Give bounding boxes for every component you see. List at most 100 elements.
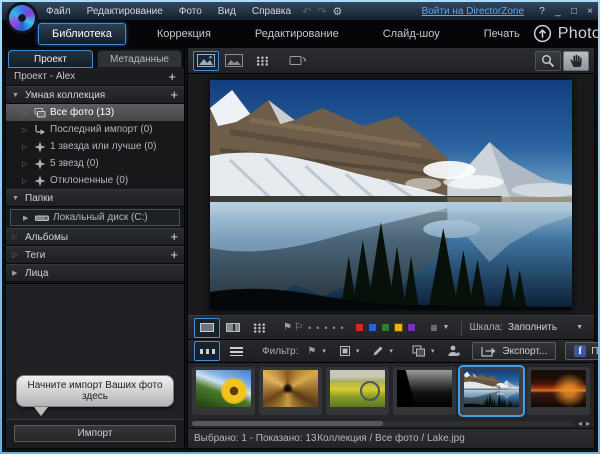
add-project-button[interactable]: + xyxy=(168,72,176,82)
color-label-blue[interactable] xyxy=(368,323,377,332)
tree-item-latest-import[interactable]: ▷ Последний импорт (0) xyxy=(6,121,184,138)
tab-project[interactable]: Проект xyxy=(8,50,93,68)
expand-arrow-icon[interactable]: ▷ xyxy=(22,126,30,134)
panel-tab-bar: Проект Метаданные xyxy=(6,48,184,68)
color-label-purple[interactable] xyxy=(407,323,416,332)
flag-pick-icon[interactable]: ⚑ xyxy=(283,322,292,333)
photo-stage xyxy=(188,74,594,315)
expand-arrow-icon[interactable]: ▷ xyxy=(22,109,30,117)
star-rating-dots[interactable]: ••••• xyxy=(308,323,349,333)
scroll-right-arrow[interactable]: ▸ xyxy=(586,419,590,428)
collapse-arrow-icon[interactable]: ▶ xyxy=(12,269,20,277)
flag-reject-icon[interactable]: ⚐ xyxy=(294,322,303,333)
mountain-lake-photo xyxy=(464,370,519,407)
grid-view-button[interactable] xyxy=(246,318,272,338)
list-view-button[interactable] xyxy=(223,341,249,361)
tab-slideshow[interactable]: Слайд-шоу xyxy=(370,24,453,44)
menu-view[interactable]: Вид xyxy=(210,6,244,17)
scrollbar-thumb[interactable] xyxy=(192,421,383,426)
tab-edit[interactable]: Редактирование xyxy=(242,24,352,44)
tree-item-label: Последний импорт (0) xyxy=(50,124,153,135)
tab-adjustment[interactable]: Коррекция xyxy=(144,24,224,44)
thumbnail-bicycle-meadow[interactable] xyxy=(326,367,389,415)
sort-menu-button[interactable]: ≡ ▼ xyxy=(426,321,455,335)
expand-arrow-icon[interactable]: ▶ xyxy=(23,214,31,222)
add-tag-button[interactable]: + xyxy=(170,250,178,260)
tree-item-all-photos[interactable]: ▷ Все фото (13) xyxy=(6,104,184,121)
menu-file[interactable]: Файл xyxy=(38,6,79,17)
close-button[interactable]: × xyxy=(582,6,598,17)
scroll-left-arrow[interactable]: ◂ xyxy=(578,419,582,428)
secondary-display-button[interactable] xyxy=(285,51,311,71)
menu-photo[interactable]: Фото xyxy=(171,6,210,17)
import-button[interactable]: Импорт xyxy=(14,425,176,442)
filmstrip-view-button[interactable] xyxy=(194,341,220,361)
expand-arrow-icon[interactable]: ▷ xyxy=(22,160,30,168)
zoom-tool-button[interactable] xyxy=(535,51,561,71)
section-faces[interactable]: ▶ Лица xyxy=(6,264,184,282)
thumbnail-dark-shore[interactable] xyxy=(393,367,456,415)
tab-library[interactable]: Библиотека xyxy=(38,23,126,45)
help-button[interactable]: ? xyxy=(534,6,550,17)
add-smart-collection-button[interactable]: + xyxy=(170,90,178,100)
export-icon xyxy=(481,344,497,358)
collapse-arrow-icon[interactable]: ▷ xyxy=(12,233,20,241)
viewer-mode-grid-button[interactable] xyxy=(249,51,275,71)
collapse-arrow-icon[interactable]: ▷ xyxy=(12,251,20,259)
section-folders[interactable]: ▼ Папки xyxy=(6,189,184,207)
tree-item-one-star-or-better[interactable]: ▷ 1 звезда или лучше (0) xyxy=(6,138,184,155)
flag-filter-dropdown[interactable]: ⚑ ▾ xyxy=(301,344,330,359)
thumbnail-sunset[interactable] xyxy=(527,367,590,415)
scale-label: Шкала: xyxy=(469,322,503,333)
star-icon xyxy=(34,141,46,153)
scrollbar-track[interactable] xyxy=(192,421,574,426)
redo-icon[interactable]: ↷ xyxy=(317,5,326,18)
settings-gear-icon[interactable]: ⚙ xyxy=(333,5,343,18)
thumbnail-sunflower[interactable] xyxy=(192,367,255,415)
expand-arrow-icon[interactable]: ▷ xyxy=(22,177,30,185)
menu-help[interactable]: Справка xyxy=(244,6,299,17)
color-label-yellow[interactable] xyxy=(394,323,403,332)
rating-filter-dropdown[interactable]: ▾ xyxy=(367,343,398,359)
import-hint-wrap: Начните импорт Ваших фото здесь xyxy=(6,371,184,419)
color-label-green[interactable] xyxy=(381,323,390,332)
tree-item-local-disk-c[interactable]: ▶ Локальный диск (C:) xyxy=(10,209,180,226)
tab-print[interactable]: Печать xyxy=(471,24,533,44)
minimize-button[interactable]: _ xyxy=(550,6,566,17)
collapse-arrow-icon[interactable]: ▼ xyxy=(12,195,20,202)
color-label-red[interactable] xyxy=(355,323,364,332)
expand-arrow-icon[interactable]: ▷ xyxy=(22,143,30,151)
thumbnail-spiral-staircase[interactable] xyxy=(259,367,322,415)
undo-icon[interactable]: ↶ xyxy=(302,5,311,18)
scale-dropdown[interactable]: Заполнить ▼ xyxy=(503,320,588,335)
add-album-button[interactable]: + xyxy=(170,232,178,242)
mountain-lake-photo[interactable] xyxy=(210,80,572,310)
section-albums[interactable]: ▷ Альбомы + xyxy=(6,228,184,246)
collapse-arrow-icon[interactable]: ▼ xyxy=(12,92,20,99)
maximize-button[interactable]: □ xyxy=(566,6,582,17)
single-view-button[interactable] xyxy=(194,318,220,338)
scale-value: Заполнить xyxy=(508,322,557,333)
tag-face-button[interactable] xyxy=(442,342,466,360)
compare-view-button[interactable] xyxy=(220,318,246,338)
tree-item-rejected[interactable]: ▷ Отклоненные (0) xyxy=(6,172,184,189)
thumbnail-mountain-lake-selected[interactable] xyxy=(460,367,523,415)
section-tags[interactable]: ▷ Теги + xyxy=(6,246,184,264)
share-button[interactable]: f Поделиться... xyxy=(565,342,598,360)
module-tab-bar: Библиотека Коррекция Редактирование Слай… xyxy=(2,20,598,47)
window-body: Файл Редактирование Фото Вид Справка ↶ ↷… xyxy=(2,2,598,452)
tree-item-label: 1 звезда или лучше (0) xyxy=(50,141,156,152)
tree-item-five-stars[interactable]: ▷ 5 звезд (0) xyxy=(6,155,184,172)
color-filter-dropdown[interactable]: ▾ xyxy=(334,343,365,359)
section-smart-collection[interactable]: ▼ Умная коллекция + xyxy=(6,86,184,104)
pan-tool-button[interactable] xyxy=(563,51,589,71)
viewer-mode-browser-button[interactable] xyxy=(221,51,247,71)
directorzone-login-link[interactable]: Войти на DirectorZone xyxy=(422,6,524,17)
photo-toolbar: ⚑ ⚐ ••••• ≡ ▼ Шкала: Заполнить ▼ xyxy=(188,315,594,339)
stack-dropdown[interactable]: ▾ xyxy=(407,343,440,359)
menu-edit[interactable]: Редактирование xyxy=(79,6,171,17)
viewer-mode-photo-button[interactable] xyxy=(193,51,219,71)
rotate-display-icon xyxy=(289,54,307,67)
export-button[interactable]: Экспорт... xyxy=(472,342,556,360)
tab-metadata[interactable]: Метаданные xyxy=(97,50,182,68)
